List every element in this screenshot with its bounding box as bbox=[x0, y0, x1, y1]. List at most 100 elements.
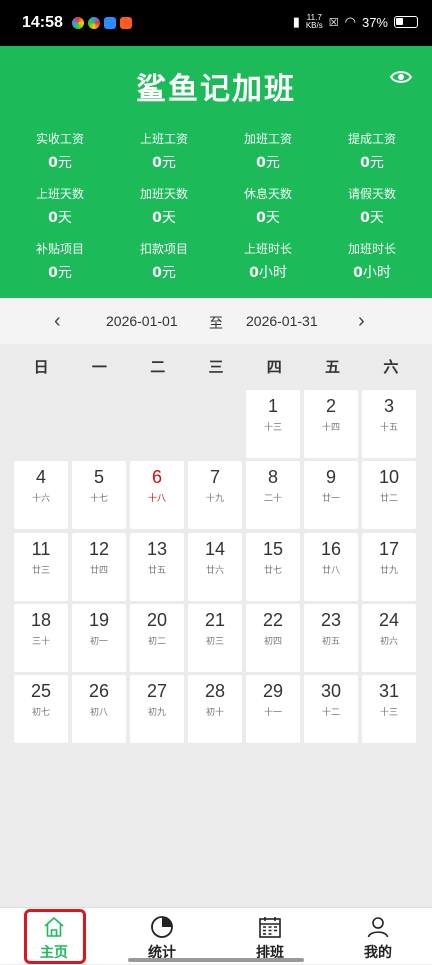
day-number: 6 bbox=[151, 467, 162, 488]
lunar-date: 十四 bbox=[321, 423, 340, 433]
gesture-bar bbox=[128, 958, 304, 962]
calendar-blank bbox=[72, 390, 126, 458]
stat-number: 0 bbox=[360, 155, 370, 171]
stat-number: 0 bbox=[48, 155, 58, 171]
calendar-day[interactable]: 29 十一 bbox=[246, 675, 300, 744]
calendar-day[interactable]: 24 初六 bbox=[362, 603, 416, 672]
day-number: 30 bbox=[320, 681, 342, 702]
stat-number: 0 bbox=[152, 210, 162, 226]
calendar-day[interactable]: 1 十三 bbox=[246, 390, 300, 458]
stat-number: 0 bbox=[152, 155, 162, 171]
day-number: 24 bbox=[378, 609, 400, 630]
notification-icons bbox=[72, 17, 132, 29]
chevron-left-icon[interactable]: ‹ bbox=[54, 310, 61, 333]
lunar-date: 廿三 bbox=[31, 565, 50, 576]
calendar-grid: 1 十三 2 十四 3 十五 4 十六 5 十七 6 十八 7 十九 8 二十 9 廿一 10 廿二 11 廿三 12 廿四 1… bbox=[14, 390, 418, 744]
calendar-day[interactable]: 6 十八 bbox=[130, 461, 184, 530]
lunar-date: 廿九 bbox=[379, 565, 398, 576]
day-number: 14 bbox=[204, 538, 226, 559]
stat-unit: 元 bbox=[161, 265, 176, 281]
stat-unit: 天 bbox=[369, 210, 384, 226]
calendar-day[interactable]: 10 廿二 bbox=[362, 461, 416, 530]
calendar-day[interactable]: 25 初七 bbox=[14, 675, 68, 744]
calendar-day[interactable]: 16 廿八 bbox=[304, 532, 358, 601]
app-notification-icon bbox=[120, 17, 132, 29]
stat-label: 补贴项目 bbox=[35, 242, 84, 256]
range-end-date[interactable]: 2026-01-31 bbox=[246, 313, 318, 329]
calendar-day[interactable]: 11 廿三 bbox=[14, 532, 68, 601]
calendar-day[interactable]: 9 廿一 bbox=[304, 461, 358, 530]
calendar-day[interactable]: 28 初十 bbox=[188, 675, 242, 744]
stats-grid: 实收工资 0元 上班工资 0元 加班工资 0元 提成工资 0元 上班天数 0天 加班天数 0天 休息天数… bbox=[8, 130, 424, 282]
calendar-day[interactable]: 21 初三 bbox=[188, 603, 242, 672]
lunar-date: 二十 bbox=[263, 494, 282, 505]
eye-icon[interactable] bbox=[390, 70, 412, 84]
stat-label: 扣款项目 bbox=[139, 242, 188, 256]
stat-number: 0 bbox=[256, 210, 266, 226]
tab-schedule[interactable]: 排班 bbox=[216, 908, 324, 965]
calendar-day[interactable]: 26 初八 bbox=[72, 675, 126, 744]
status-bar: 14:58 ▮ 11.7 KB/s ☒ ◠ 37% bbox=[0, 0, 432, 46]
day-number: 5 bbox=[93, 467, 104, 488]
day-number: 22 bbox=[262, 609, 284, 630]
calendar-day[interactable]: 17 廿九 bbox=[362, 532, 416, 601]
lunar-date: 十一 bbox=[263, 708, 282, 719]
stat-value: 0元 bbox=[216, 152, 320, 172]
vibrate-icon: ▮ bbox=[292, 14, 300, 29]
calendar-day[interactable]: 31 十三 bbox=[362, 675, 416, 744]
stat-number: 0 bbox=[48, 210, 58, 226]
stat-number: 0 bbox=[256, 155, 266, 171]
stat-label: 加班天数 bbox=[139, 187, 188, 201]
calendar-day[interactable]: 12 廿四 bbox=[72, 532, 126, 601]
lunar-date: 初一 bbox=[89, 636, 108, 647]
speed-unit: KB/s bbox=[305, 21, 323, 30]
stat-item: 实收工资 0元 bbox=[8, 130, 112, 172]
stat-unit: 天 bbox=[57, 210, 72, 226]
stat-unit: 元 bbox=[57, 265, 72, 281]
tab-profile[interactable]: 我的 bbox=[324, 908, 432, 965]
stat-label: 提成工资 bbox=[347, 132, 396, 146]
day-number: 10 bbox=[378, 467, 400, 488]
calendar-day[interactable]: 14 廿六 bbox=[188, 532, 242, 601]
weekday-header: 日一二三四五六 bbox=[14, 352, 418, 382]
day-number: 28 bbox=[204, 681, 226, 702]
calendar-day[interactable]: 4 十六 bbox=[14, 461, 68, 530]
chevron-right-icon[interactable]: › bbox=[358, 310, 365, 333]
stat-label: 加班时长 bbox=[347, 242, 396, 256]
calendar-day[interactable]: 2 十四 bbox=[304, 390, 358, 458]
stat-label: 实收工资 bbox=[35, 132, 84, 146]
day-number: 7 bbox=[209, 467, 220, 488]
stat-value: 0元 bbox=[8, 152, 112, 172]
tab-statistics[interactable]: 统计 bbox=[108, 908, 216, 965]
stat-label: 请假天数 bbox=[347, 187, 396, 201]
day-number: 1 bbox=[267, 396, 278, 416]
stat-value: 0元 bbox=[8, 262, 112, 282]
stat-item: 请假天数 0天 bbox=[320, 185, 424, 227]
app-title: 鲨鱼记加班 bbox=[136, 72, 296, 107]
calendar-day[interactable]: 7 十九 bbox=[188, 461, 242, 530]
lunar-date: 三十 bbox=[31, 636, 50, 647]
no-sim-icon: ☒ bbox=[328, 16, 339, 29]
stat-value: 0元 bbox=[112, 152, 216, 172]
calendar-day[interactable]: 23 初五 bbox=[304, 603, 358, 672]
calendar-day[interactable]: 22 初四 bbox=[246, 603, 300, 672]
stat-unit: 天 bbox=[161, 210, 176, 226]
calendar-day[interactable]: 27 初九 bbox=[130, 675, 184, 744]
stat-label: 休息天数 bbox=[243, 187, 292, 201]
weekday-label: 五 bbox=[325, 358, 341, 376]
calendar-day[interactable]: 18 三十 bbox=[14, 603, 68, 672]
day-number: 31 bbox=[378, 681, 400, 702]
calendar-day[interactable]: 19 初一 bbox=[72, 603, 126, 672]
app-notification-icon bbox=[72, 17, 84, 29]
lunar-date: 初四 bbox=[263, 636, 282, 647]
calendar-day[interactable]: 30 十二 bbox=[304, 675, 358, 744]
calendar-day[interactable]: 20 初二 bbox=[130, 603, 184, 672]
lunar-date: 初八 bbox=[89, 708, 108, 719]
range-start-date[interactable]: 2026-01-01 bbox=[106, 313, 178, 329]
calendar-day[interactable]: 3 十五 bbox=[362, 390, 416, 458]
calendar-day[interactable]: 15 廿七 bbox=[246, 532, 300, 601]
calendar-day[interactable]: 5 十七 bbox=[72, 461, 126, 530]
calendar-day[interactable]: 8 二十 bbox=[246, 461, 300, 530]
battery-percent: 37% bbox=[361, 14, 388, 30]
calendar-day[interactable]: 13 廿五 bbox=[130, 532, 184, 601]
